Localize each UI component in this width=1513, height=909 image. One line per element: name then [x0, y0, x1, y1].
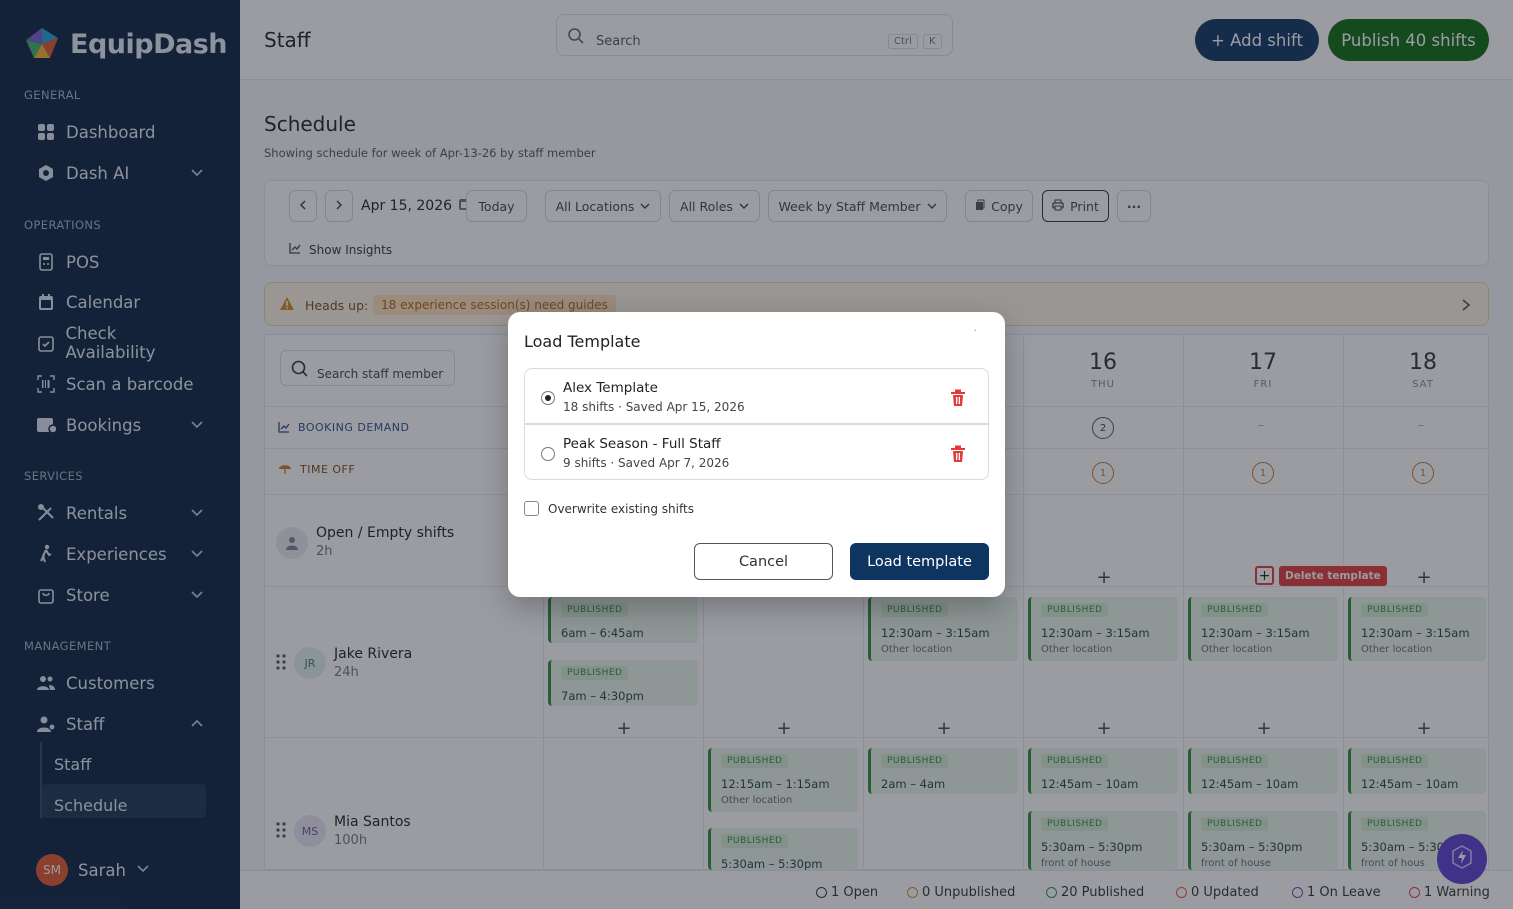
load-template-button[interactable]: Load template [850, 543, 989, 580]
template-name: Peak Season - Full Staff [563, 436, 721, 452]
modal-title: Load Template [524, 332, 641, 351]
overwrite-checkbox[interactable] [524, 501, 539, 516]
template-option[interactable]: Alex Template 18 shifts · Saved Apr 15, … [524, 368, 989, 424]
overwrite-label: Overwrite existing shifts [548, 501, 694, 516]
load-template-modal: Load Template · Alex Template 18 shifts … [508, 312, 1005, 597]
close-icon[interactable]: · [974, 324, 978, 337]
template-radio[interactable] [541, 391, 555, 405]
template-option[interactable]: Peak Season - Full Staff 9 shifts · Save… [524, 424, 989, 480]
template-meta: 18 shifts · Saved Apr 15, 2026 [563, 400, 745, 414]
template-name: Alex Template [563, 380, 658, 396]
template-radio[interactable] [541, 447, 555, 461]
cancel-button[interactable]: Cancel [694, 543, 833, 580]
template-meta: 9 shifts · Saved Apr 7, 2026 [563, 456, 730, 470]
overwrite-option[interactable]: Overwrite existing shifts [524, 501, 694, 516]
trash-icon[interactable] [950, 389, 966, 407]
trash-icon[interactable] [950, 445, 966, 463]
